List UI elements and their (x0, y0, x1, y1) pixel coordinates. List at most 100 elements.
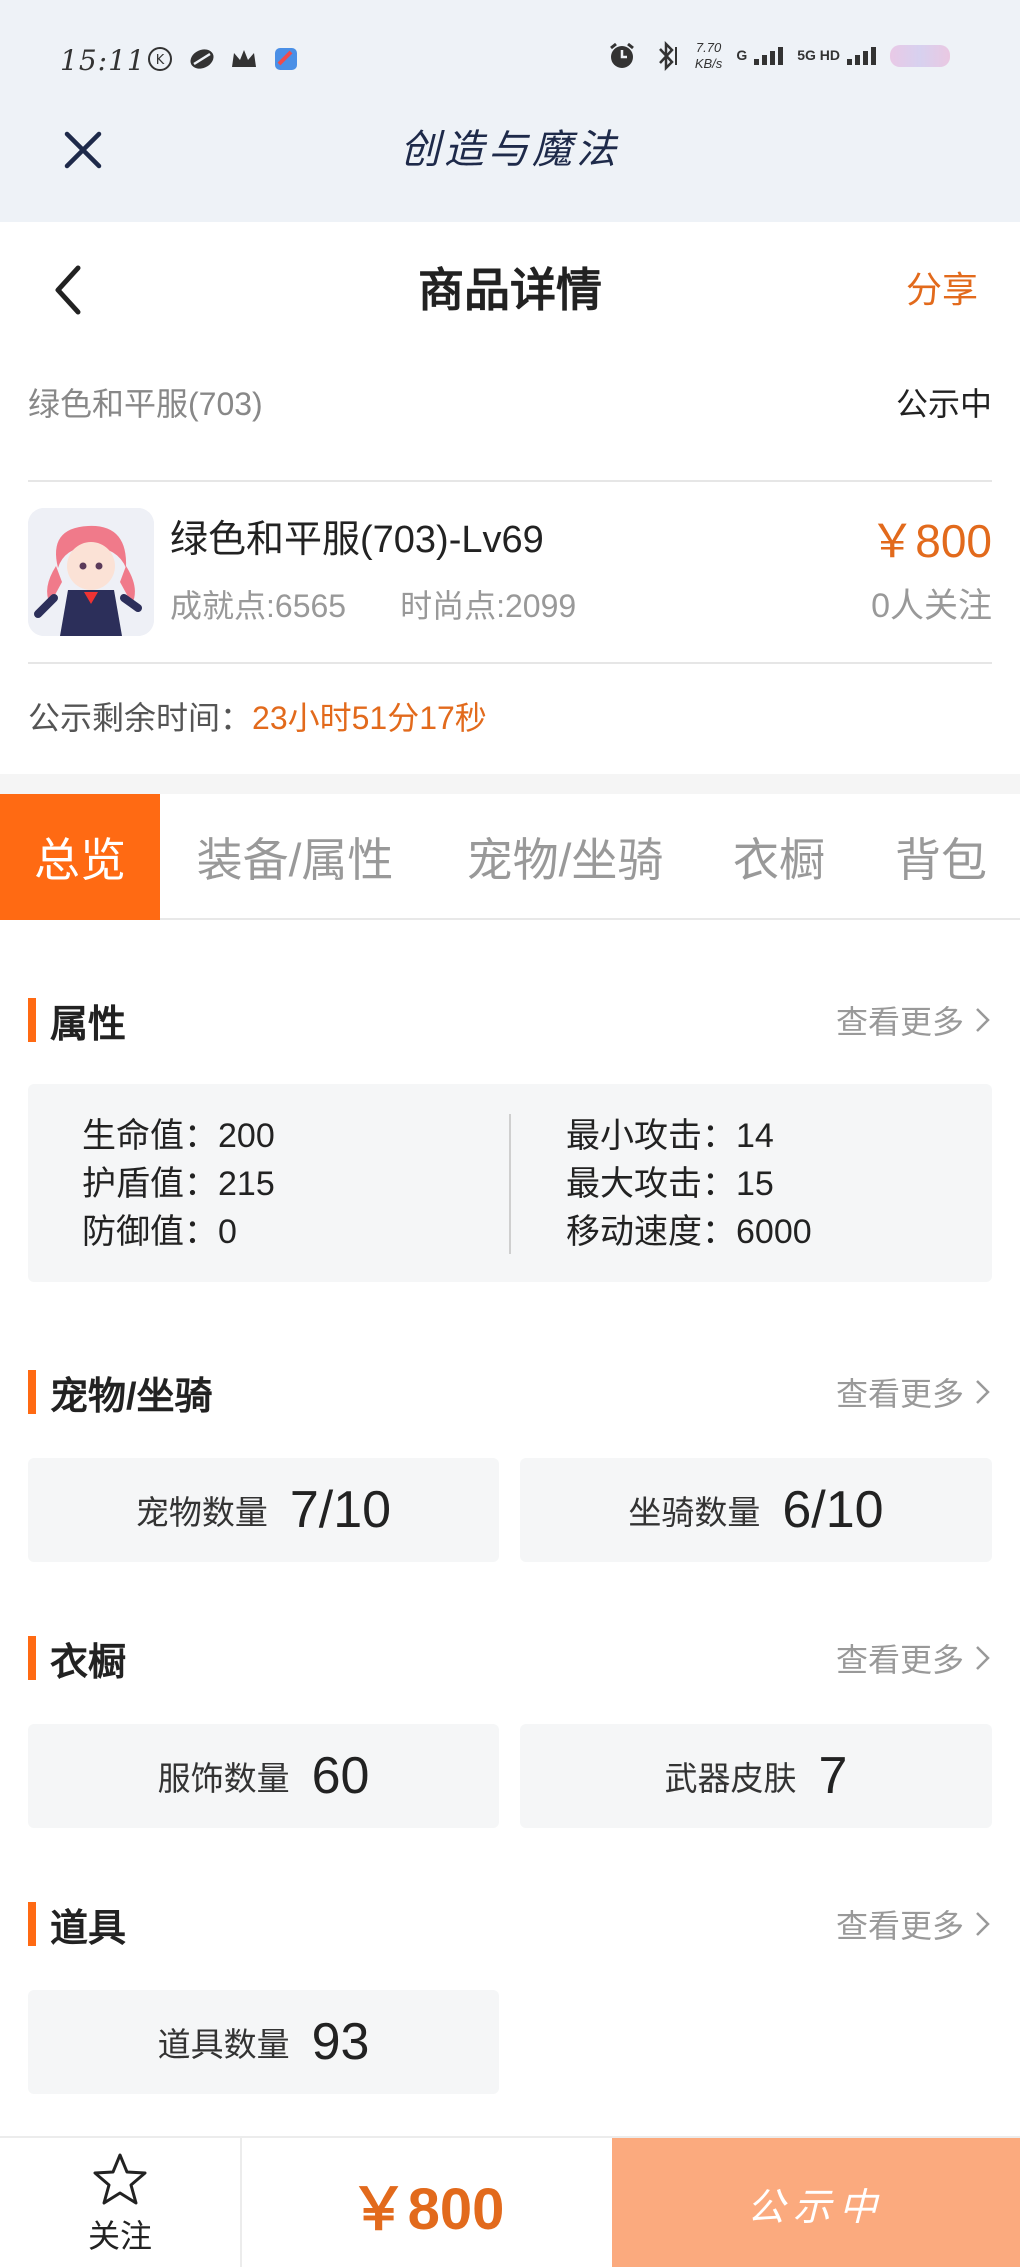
tab-equipment[interactable]: 装备/属性 (180, 794, 410, 920)
stat-value: 7/10 (289, 1481, 392, 1539)
net-speed: 7.70 KB/s (695, 40, 722, 72)
crown-app-icon (229, 44, 259, 74)
follow-label: 关注 (87, 2217, 152, 2254)
tab-wardrobe[interactable]: 衣橱 (716, 794, 842, 920)
attributes-panel: 生命值：200 护盾值：215 防御值：0 最小攻击：14 最大攻击：15 移动… (28, 1084, 992, 1282)
attr-divider (509, 1114, 511, 1254)
item-card[interactable]: 绿色和平服(703)-Lv69 成就点:6565 时尚点:2099 ￥800 0… (28, 508, 992, 636)
pet-count-card: 宠物数量 7/10 (28, 1458, 499, 1562)
stat-label: 道具数量 (157, 2026, 290, 2063)
app-title: 创造与魔法 (400, 127, 620, 173)
svg-text:K: K (156, 53, 165, 68)
stat-value: 60 (311, 1747, 370, 1805)
stat-value: 6/10 (782, 1481, 884, 1539)
countdown-label: 公示剩余时间： (28, 700, 253, 736)
battery-icon (890, 45, 950, 67)
attr-hp: 生命值：200 (82, 1117, 275, 1155)
more-label: 查看更多 (835, 1642, 964, 1678)
alarm-icon (607, 41, 637, 71)
outfit-count-card: 服饰数量 60 (28, 1724, 499, 1828)
section-title: 道具 (28, 1894, 126, 1954)
prop-count-card: 道具数量 93 (28, 1990, 499, 2094)
pets-title: 宠物/坐骑 (50, 1375, 213, 1418)
tab-overview[interactable]: 总览 (0, 794, 160, 920)
signal-5g: 5G HD (797, 47, 876, 65)
tab-pets[interactable]: 宠物/坐骑 (448, 794, 682, 920)
page-title: 商品详情 (418, 264, 602, 316)
weapon-skin-card: 武器皮肤 7 (520, 1724, 992, 1828)
attr-min-attack: 最小攻击：14 (566, 1117, 774, 1155)
tab-bar: 总览 装备/属性 宠物/坐骑 衣橱 背包 (0, 794, 1020, 920)
item-title: 绿色和平服(703)-Lv69 (170, 519, 544, 561)
follow-button[interactable]: 关注 (0, 2138, 242, 2267)
attributes-right: 最小攻击：14 最大攻击：15 移动速度：6000 (566, 1112, 812, 1256)
attributes-more-link[interactable]: 查看更多 (836, 990, 992, 1050)
signal-g: G (736, 47, 784, 65)
bluetooth-icon (651, 41, 681, 71)
countdown: 公示剩余时间：23小时51分17秒 (28, 694, 487, 742)
character-portrait (28, 508, 154, 636)
attr-max-attack: 最大攻击：15 (566, 1165, 774, 1203)
signal-5g-label: 5G HD (797, 47, 840, 63)
leaf-app-icon (187, 44, 217, 74)
bottom-price: ￥800 (349, 2176, 505, 2242)
section-marker (28, 1902, 36, 1946)
attributes-title: 属性 (50, 1003, 127, 1046)
section-gap (0, 774, 1020, 794)
stat-label: 武器皮肤 (664, 1760, 797, 1797)
share-button[interactable]: 分享 (906, 266, 978, 314)
section-marker (28, 998, 36, 1042)
divider (28, 480, 992, 482)
stat-label: 宠物数量 (135, 1494, 268, 1531)
props-title: 道具 (50, 1907, 127, 1950)
attr-shield: 护盾值：215 (82, 1165, 275, 1203)
attr-defense: 防御值：0 (82, 1213, 237, 1251)
props-more-link[interactable]: 查看更多 (836, 1894, 992, 1954)
section-marker (28, 1636, 36, 1680)
wardrobe-more-link[interactable]: 查看更多 (836, 1628, 992, 1688)
more-label: 查看更多 (835, 1004, 964, 1040)
chevron-right-icon (976, 1008, 990, 1032)
mount-count-card: 坐骑数量 6/10 (520, 1458, 992, 1562)
fashion-points: 时尚点:2099 (400, 588, 577, 624)
stat-value: 93 (311, 2013, 370, 2071)
countdown-value: 23小时51分17秒 (252, 700, 487, 736)
section-marker (28, 1370, 36, 1414)
notification-icons: K (145, 44, 301, 74)
item-status: 公示中 (895, 386, 992, 422)
status-time: 15:11 (60, 44, 146, 77)
item-header: 绿色和平服(703) 公示中 (28, 380, 992, 428)
item-points: 成就点:6565 时尚点:2099 (170, 584, 576, 628)
props-section-header: 道具 查看更多 (28, 1894, 992, 1954)
wardrobe-section-header: 衣橱 查看更多 (28, 1628, 992, 1688)
stat-value: 7 (818, 1747, 848, 1805)
bottom-action-bar: 关注 ￥800 公示中 (0, 2136, 1020, 2267)
status-bar: 15:11 K 7.70 KB/s G 5G HD (0, 0, 1020, 120)
stat-label: 服饰数量 (157, 1760, 290, 1797)
achievement-points: 成就点:6565 (170, 588, 347, 624)
divider (28, 662, 992, 664)
k-app-icon: K (145, 44, 175, 74)
stat-label: 坐骑数量 (628, 1494, 761, 1531)
section-title: 属性 (28, 990, 126, 1050)
more-label: 查看更多 (835, 1908, 964, 1944)
star-icon (93, 2153, 147, 2204)
net-speed-unit: KB/s (694, 56, 723, 71)
status-button[interactable]: 公示中 (612, 2138, 1020, 2267)
chevron-right-icon (976, 1646, 990, 1670)
item-name: 绿色和平服(703) (28, 386, 263, 422)
system-status: 7.70 KB/s G 5G HD (607, 40, 950, 72)
item-price: ￥800 (869, 515, 992, 567)
chevron-right-icon (976, 1912, 990, 1936)
watcher-count: 0人关注 (871, 587, 992, 625)
attributes-left: 生命值：200 护盾值：215 防御值：0 (82, 1112, 275, 1256)
pets-more-link[interactable]: 查看更多 (836, 1362, 992, 1422)
game-app-icon (271, 44, 301, 74)
attr-move-speed: 移动速度：6000 (566, 1213, 812, 1251)
signal-g-label: G (736, 47, 748, 63)
chevron-right-icon (976, 1380, 990, 1404)
tab-backpack[interactable]: 背包 (876, 794, 1006, 920)
attributes-section-header: 属性 查看更多 (28, 990, 992, 1050)
nav-bar: 商品详情 分享 (0, 222, 1020, 354)
section-title: 衣橱 (28, 1628, 126, 1688)
